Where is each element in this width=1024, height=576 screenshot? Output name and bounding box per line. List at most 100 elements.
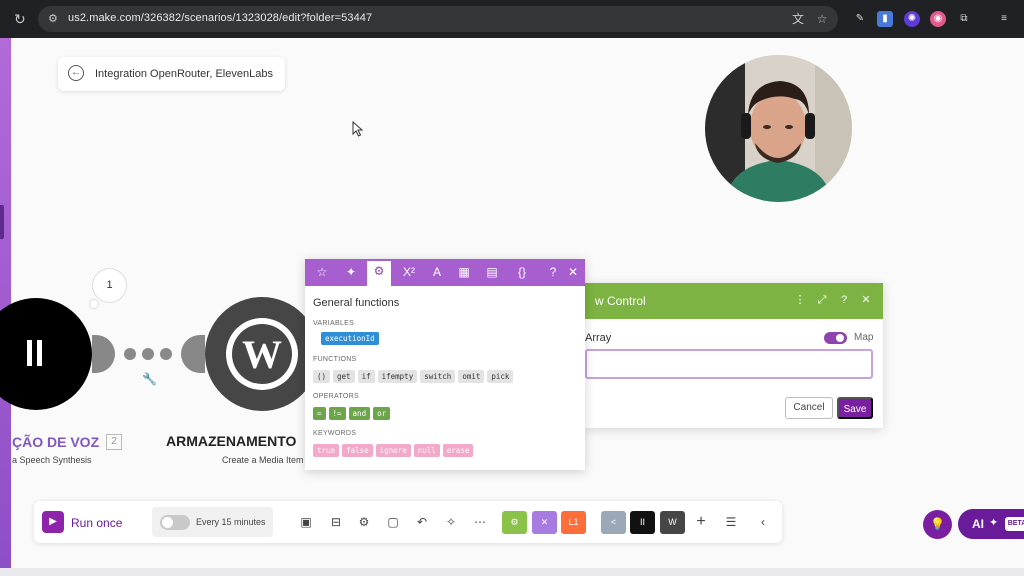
- schedule-toggle[interactable]: [160, 515, 190, 530]
- module-chevron-icon[interactable]: <: [601, 511, 626, 534]
- flow-control-dialog: w Control ⋮ ⤢ ? ✕ Array Map Cancel Save: [585, 283, 883, 428]
- extension-icon[interactable]: ✺: [904, 11, 920, 27]
- profile-icon[interactable]: ◉: [930, 11, 946, 27]
- url-text[interactable]: us2.make.com/326382/scenarios/1323028/ed…: [68, 12, 372, 24]
- picker-title: General functions: [313, 297, 400, 309]
- wordpress-icon: W: [226, 318, 298, 390]
- chip-operator[interactable]: =: [313, 407, 326, 420]
- chip-keyword[interactable]: true: [313, 444, 340, 457]
- chip-operator[interactable]: !=: [328, 407, 346, 420]
- braces-icon[interactable]: {}: [510, 262, 534, 283]
- wordpress-module-icon[interactable]: W: [660, 511, 685, 534]
- puzzle-icon[interactable]: ⧉: [956, 11, 972, 27]
- chip-keyword[interactable]: null: [413, 444, 440, 457]
- dialog-header: w Control ⋮ ⤢ ? ✕: [585, 283, 883, 319]
- reload-icon[interactable]: ↻: [14, 11, 30, 27]
- operators-label: OPERATORS: [313, 393, 360, 400]
- collapse-chevron-icon[interactable]: ‹: [755, 514, 771, 530]
- flow-control-module-icon[interactable]: ✕: [532, 511, 557, 534]
- function-picker-popup: ☆ ✦ ⚙ X² A ▦ ▤ {} ? ✕ General functions …: [305, 259, 585, 470]
- table-icon[interactable]: ▤: [480, 262, 504, 283]
- save-button[interactable]: Save: [837, 397, 873, 419]
- undo-icon[interactable]: ↶: [414, 514, 430, 530]
- help-icon[interactable]: ?: [837, 293, 851, 307]
- operators-row: = != and or: [313, 407, 391, 420]
- connector-dot: [124, 348, 136, 360]
- close-icon[interactable]: ✕: [859, 293, 873, 307]
- star-icon[interactable]: ☆: [310, 262, 334, 283]
- keywords-row: true false ignore null erase: [313, 444, 474, 457]
- openrouter-module-icon[interactable]: L1: [561, 511, 586, 534]
- gear-icon[interactable]: ⚙: [367, 261, 391, 286]
- calendar-icon[interactable]: ▦: [452, 262, 476, 283]
- node-title-speech: ÇÃO DE VOZ: [12, 434, 100, 450]
- wordpress-module[interactable]: W: [205, 297, 319, 411]
- docs-icon[interactable]: ▮: [877, 11, 893, 27]
- left-sidebar-strip: [0, 38, 11, 568]
- webcam-overlay: [705, 55, 852, 202]
- filter-list-icon[interactable]: ☰: [723, 514, 739, 530]
- settings-gear-icon[interactable]: ⚙: [356, 514, 372, 530]
- more-icon[interactable]: ⋯: [472, 514, 488, 530]
- superscript-icon[interactable]: X²: [397, 262, 421, 283]
- mouse-cursor-icon: [352, 121, 364, 137]
- text-icon[interactable]: A: [425, 262, 449, 283]
- chip-function[interactable]: switch: [420, 370, 456, 383]
- sparkle-icon: ✦: [989, 517, 999, 529]
- ai-assistant-button[interactable]: AI ✦ BETA: [958, 509, 1024, 539]
- chip-keyword[interactable]: false: [342, 444, 373, 457]
- node-subtitle-wordpress: Create a Media Item: [222, 455, 304, 465]
- expand-icon[interactable]: ⤢: [815, 293, 829, 307]
- site-info-icon[interactable]: ⚙: [48, 12, 62, 26]
- notes-icon[interactable]: ▢: [385, 514, 401, 530]
- keywords-label: KEYWORDS: [313, 430, 357, 437]
- scenario-name[interactable]: Integration OpenRouter, ElevenLabs: [95, 68, 273, 80]
- node-subtitle-speech: a Speech Synthesis: [12, 455, 92, 465]
- chip-operator[interactable]: and: [348, 407, 371, 420]
- add-icon[interactable]: +: [693, 514, 709, 530]
- chip-function[interactable]: (): [313, 370, 331, 383]
- run-once-button[interactable]: Run once: [71, 516, 122, 530]
- auto-align-wand-icon[interactable]: ✧: [443, 514, 459, 530]
- operations-count-bubble[interactable]: 1: [92, 268, 127, 303]
- chip-function[interactable]: ifempty: [377, 370, 418, 383]
- schedule-label[interactable]: Every 15 minutes: [196, 517, 266, 527]
- bubble-tail: [89, 299, 99, 309]
- chip-keyword[interactable]: erase: [442, 444, 474, 457]
- close-icon[interactable]: ✕: [561, 262, 585, 283]
- play-icon[interactable]: ▶: [42, 511, 64, 533]
- chip-operator[interactable]: or: [373, 407, 391, 420]
- chip-function[interactable]: get: [333, 370, 355, 383]
- chip-function[interactable]: pick: [487, 370, 514, 383]
- chip-function[interactable]: if: [357, 370, 375, 383]
- eyedropper-icon[interactable]: ✎: [852, 11, 868, 27]
- back-arrow-icon[interactable]: ←: [68, 65, 84, 81]
- array-input[interactable]: [585, 349, 873, 379]
- dialog-title: w Control: [595, 294, 646, 308]
- connector-dot: [142, 348, 154, 360]
- tools-module-icon[interactable]: ⚙: [502, 511, 527, 534]
- map-toggle[interactable]: [824, 332, 847, 344]
- chip-keyword[interactable]: ignore: [375, 444, 411, 457]
- data-structures-icon[interactable]: ⊟: [328, 514, 344, 530]
- chip-function[interactable]: omit: [458, 370, 485, 383]
- functions-label: FUNCTIONS: [313, 356, 357, 363]
- cancel-button[interactable]: Cancel: [785, 397, 833, 419]
- os-taskbar: [0, 568, 1024, 576]
- chip-variable[interactable]: executionId: [321, 332, 379, 345]
- address-bar[interactable]: ⚙ us2.make.com/326382/scenarios/1323028/…: [38, 6, 838, 32]
- magic-icon[interactable]: ✦: [339, 262, 363, 283]
- sidebar-handle[interactable]: [0, 205, 4, 239]
- scenario-header: ← Integration OpenRouter, ElevenLabs: [58, 57, 285, 91]
- route-settings-wrench-icon[interactable]: 🔧: [142, 372, 157, 386]
- lightbulb-icon[interactable]: 💡: [923, 510, 952, 539]
- schedule-control: Every 15 minutes: [152, 507, 273, 537]
- elevenlabs-module-icon[interactable]: II: [630, 511, 655, 534]
- media-controls-icon[interactable]: ≡: [996, 11, 1012, 27]
- save-icon[interactable]: ▣: [298, 514, 314, 530]
- translate-icon[interactable]: 文: [790, 11, 806, 27]
- svg-text:W: W: [242, 332, 282, 377]
- bottom-toolbar: ▶ Run once Every 15 minutes ▣ ⊟ ⚙ ▢ ↶ ✧ …: [34, 501, 782, 543]
- more-options-icon[interactable]: ⋮: [793, 293, 807, 307]
- bookmark-star-icon[interactable]: ☆: [814, 11, 830, 27]
